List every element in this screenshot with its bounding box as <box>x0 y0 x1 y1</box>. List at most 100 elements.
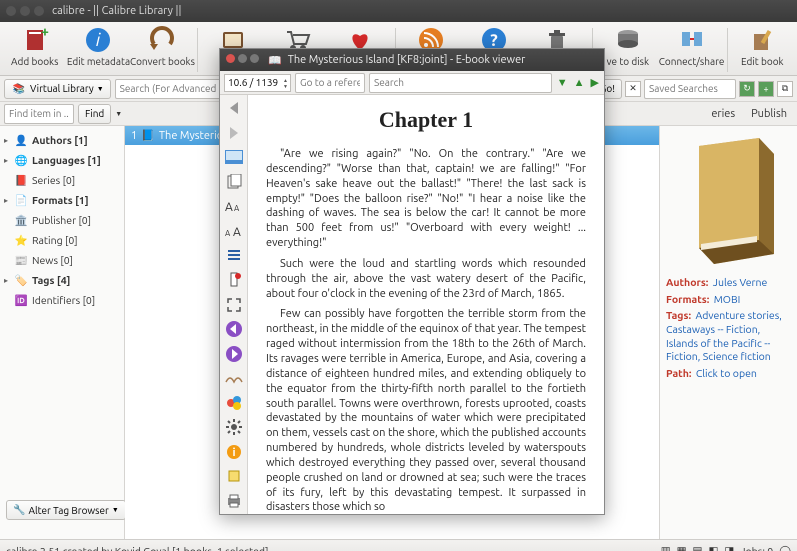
font-size-down-icon[interactable]: AA <box>223 222 245 241</box>
nav-forward-icon[interactable] <box>223 124 245 143</box>
series-icon: 📕 <box>14 173 28 187</box>
clear-search-icon[interactable]: ✕ <box>625 81 641 97</box>
wrench-icon: 🔧 <box>13 504 25 516</box>
sidebar-item-identifiers[interactable]: 🆔Identifiers [0] <box>2 290 122 310</box>
next-page-icon[interactable] <box>223 344 245 363</box>
sidebar-item-rating[interactable]: ⭐Rating [0] <box>2 230 122 250</box>
edit-book-button[interactable]: Edit book <box>732 24 793 67</box>
layout-icon-3[interactable]: ▤ <box>693 544 703 551</box>
sidebar-item-series[interactable]: 📕Series [0] <box>2 170 122 190</box>
layout-icon-2[interactable]: ▦ <box>677 544 687 551</box>
row-number: 1 <box>131 130 137 142</box>
highlight-icon[interactable] <box>223 467 245 486</box>
book-small-icon: 📘 <box>141 129 155 142</box>
sidebar-item-formats[interactable]: ▸📄Formats [1] <box>2 190 122 210</box>
search-prev-icon[interactable]: ▼ <box>556 77 569 89</box>
add-books-icon: + <box>20 25 50 55</box>
news-icon: 📰 <box>14 253 28 267</box>
viewer-close-icon[interactable] <box>226 54 235 63</box>
svg-text:A: A <box>225 229 231 238</box>
toc-icon[interactable] <box>223 246 245 265</box>
paragraph: Few can possibly have forgotten the terr… <box>266 307 586 514</box>
font-size-icon[interactable]: AA <box>223 197 245 216</box>
goto-reference-input[interactable] <box>295 73 365 93</box>
format-link[interactable]: MOBI <box>714 293 741 305</box>
book-stack-icon: 📚 <box>11 81 27 97</box>
viewer-content[interactable]: Chapter 1 "Are we rising again?" "No. On… <box>248 95 604 514</box>
page-position-input[interactable] <box>225 75 281 91</box>
page-position-spinner[interactable]: ▲▼ <box>224 74 291 92</box>
sidebar-item-tags[interactable]: ▸🏷️Tags [4] <box>2 270 122 290</box>
viewer-min-icon[interactable] <box>238 54 247 63</box>
col-publish[interactable]: Publish <box>745 108 793 120</box>
connect-share-button[interactable]: Connect/share <box>661 24 723 67</box>
viewer-titlebar[interactable]: 📖 The Mysterious Island [KF8:joint] - E-… <box>220 49 604 71</box>
viewer-max-icon[interactable] <box>250 54 259 63</box>
info-icon: i <box>83 25 113 55</box>
add-saved-search-icon[interactable]: + <box>758 81 774 97</box>
svg-text:i: i <box>96 30 101 50</box>
col-series[interactable]: eries <box>705 108 741 120</box>
viewer-window-controls[interactable] <box>226 54 262 66</box>
copy-search-icon[interactable]: ⧉ <box>777 81 793 97</box>
nav-back-icon[interactable] <box>223 99 245 118</box>
viewer-side-toolbar: AA AA i <box>220 95 248 514</box>
metadata-icon[interactable]: i <box>223 442 245 461</box>
viewer-toolbar: ▲▼ ▼ ▲ ▶ <box>220 71 604 95</box>
print-icon[interactable] <box>223 492 245 511</box>
search-next2-icon[interactable]: ▶ <box>590 76 600 89</box>
minimize-icon[interactable] <box>20 6 30 16</box>
find-item-input[interactable] <box>4 104 74 124</box>
sidebar-item-publisher[interactable]: 🏛️Publisher [0] <box>2 210 122 230</box>
add-books-button[interactable]: + Add books <box>4 24 65 67</box>
alter-tag-browser-button[interactable]: 🔧 Alter Tag Browser ▼ <box>6 500 125 520</box>
window-controls[interactable] <box>6 6 44 16</box>
open-book-icon[interactable] <box>223 148 245 167</box>
maximize-icon[interactable] <box>34 6 44 16</box>
ebook-viewer-window: 📖 The Mysterious Island [KF8:joint] - E-… <box>219 48 605 515</box>
search-next-icon[interactable]: ▲ <box>573 77 586 89</box>
copy-icon[interactable] <box>223 173 245 192</box>
paragraph: "Are we rising again?" "No. On the contr… <box>266 147 586 251</box>
jobs-spinner-icon[interactable]: ◯ <box>779 544 791 551</box>
find-button[interactable]: Find <box>78 104 111 124</box>
star-icon: ⭐ <box>14 233 28 247</box>
author-link[interactable]: Jules Verne <box>713 276 768 288</box>
save-to-disk-button[interactable]: ve to disk <box>597 24 658 67</box>
viewer-search-input[interactable] <box>369 73 552 93</box>
svg-text:A: A <box>233 226 241 238</box>
main-window-titlebar: calibre - || Calibre Library || <box>0 0 797 22</box>
save-search-icon[interactable]: ↻ <box>739 81 755 97</box>
layout-icon-1[interactable]: ▥ <box>661 544 671 551</box>
svg-text:i: i <box>232 447 235 459</box>
sidebar-item-news[interactable]: 📰News [0] <box>2 250 122 270</box>
theme-icon[interactable] <box>223 393 245 412</box>
sidebar-item-languages[interactable]: ▸🌐Languages [1] <box>2 150 122 170</box>
virtual-library-button[interactable]: 📚 Virtual Library ▼ <box>4 79 111 99</box>
tag-browser-sidebar: ▸👤Authors [1] ▸🌐Languages [1] 📕Series [0… <box>0 126 125 539</box>
svg-text:+: + <box>41 26 49 39</box>
convert-icon <box>147 25 177 55</box>
layout-icon-5[interactable]: ◨ <box>724 544 734 551</box>
paragraph: Such were the loud and startling words w… <box>266 257 586 302</box>
publisher-icon: 🏛️ <box>14 213 28 227</box>
spin-down-icon[interactable]: ▼ <box>281 83 290 89</box>
reading-mode-icon[interactable] <box>223 369 245 388</box>
edit-metadata-button[interactable]: i Edit metadata <box>67 24 129 67</box>
layout-icon-4[interactable]: ◧ <box>708 544 718 551</box>
person-icon: 👤 <box>14 133 28 147</box>
id-icon: 🆔 <box>14 293 28 307</box>
sidebar-item-authors[interactable]: ▸👤Authors [1] <box>2 130 122 150</box>
settings-icon[interactable] <box>223 418 245 437</box>
book-cover[interactable] <box>679 136 779 266</box>
close-icon[interactable] <box>6 6 16 16</box>
bookmark-icon[interactable] <box>223 271 245 290</box>
prev-page-icon[interactable] <box>223 320 245 339</box>
convert-books-button[interactable]: Convert books <box>131 24 193 67</box>
path-link[interactable]: Click to open <box>696 367 757 379</box>
saved-searches-input[interactable] <box>644 79 736 99</box>
disk-icon <box>613 25 643 55</box>
fullscreen-icon[interactable] <box>223 295 245 314</box>
formats-icon: 📄 <box>14 193 28 207</box>
status-text: calibre 2.51 created by Kovid Goyal [1 b… <box>6 545 268 551</box>
